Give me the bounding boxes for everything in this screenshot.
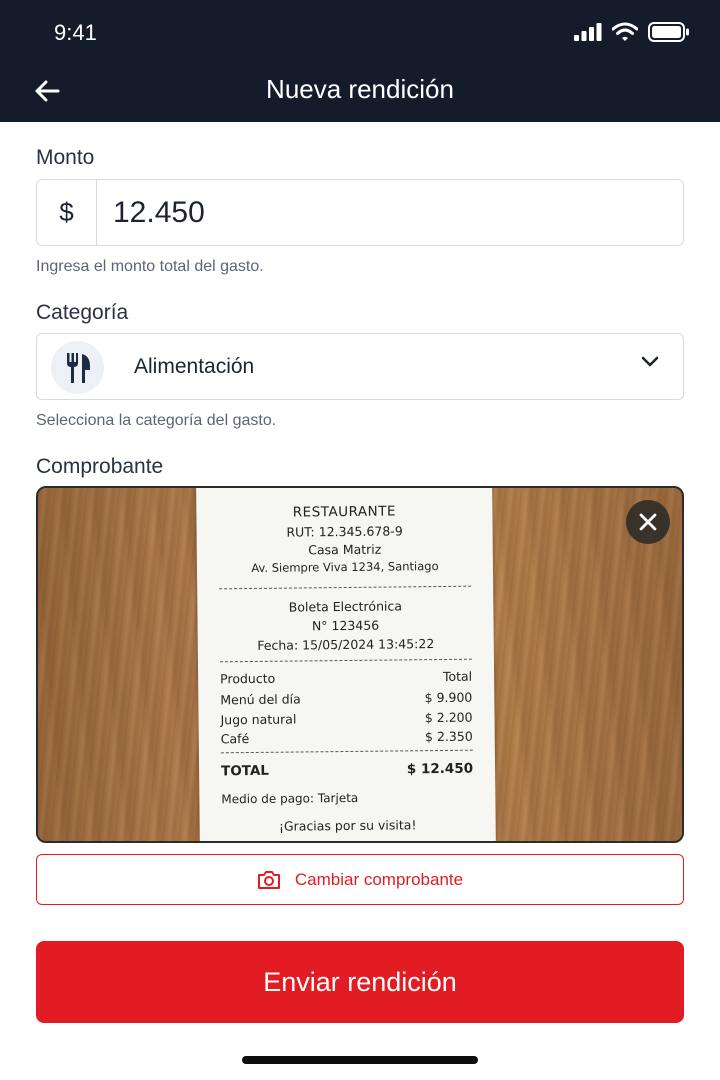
app-header: 9:41 Nueva rendición <box>0 0 720 122</box>
status-icons <box>574 22 690 42</box>
receipt-col-total: Total <box>442 668 473 684</box>
receipt-thanks: ¡Gracias por su visita! <box>278 817 417 834</box>
receipt-paper: RESTAURANTE RUT: 12.345.678-9 Casa Matri… <box>196 488 496 841</box>
category-icon-badge <box>51 341 104 394</box>
receipt-title: RESTAURANTE <box>292 503 397 521</box>
category-helper-text: Selecciona la categoría del gasto. <box>36 412 277 429</box>
change-receipt-label: Cambiar comprobante <box>294 869 464 889</box>
amount-field[interactable]: $ 12.450 <box>36 179 684 246</box>
receipt-item-price: $ 2.200 <box>424 709 473 726</box>
receipt-item-row: Café $ 2.350 <box>221 729 473 747</box>
receipt-header-row: Producto Total <box>220 669 472 687</box>
category-select[interactable]: Alimentación <box>36 333 684 400</box>
amount-helper-text: Ingresa el monto total del gasto. <box>36 258 264 275</box>
receipt-doc-type: Boleta Electrónica <box>288 598 403 615</box>
receipt-doc-number: N° 123456 <box>311 617 380 634</box>
receipt-divider <box>219 658 472 663</box>
battery-icon <box>648 22 689 42</box>
camera-icon <box>257 870 280 889</box>
receipt-divider <box>219 585 472 590</box>
close-icon <box>639 513 657 531</box>
receipt-address: Av. Siempre Viva 1234, Santiago <box>251 559 439 575</box>
receipt-total-value: $ 12.450 <box>406 760 474 778</box>
receipt-item-price: $ 2.350 <box>424 728 473 745</box>
status-time: 9:41 <box>54 20 97 45</box>
receipt-label: Comprobante <box>36 455 164 478</box>
signal-icon <box>574 23 602 41</box>
receipt-total-label: TOTAL <box>221 762 270 780</box>
receipt-item-name: Jugo natural <box>220 711 297 728</box>
receipt-item-name: Café <box>220 731 250 747</box>
amount-input[interactable]: 12.450 <box>97 180 683 245</box>
currency-symbol: $ <box>37 180 97 245</box>
receipt-branch: Casa Matriz <box>308 541 382 558</box>
receipt-item-row: Menú del día $ 9.900 <box>220 690 472 708</box>
receipt-date: Fecha: 15/05/2024 13:45:22 <box>257 636 435 653</box>
receipt-item-price: $ 9.900 <box>424 689 473 706</box>
receipt-item-row: Jugo natural $ 2.200 <box>220 710 472 728</box>
receipt-photo: RESTAURANTE RUT: 12.345.678-9 Casa Matri… <box>36 486 684 843</box>
amount-label: Monto <box>36 146 95 169</box>
chevron-down-icon <box>641 356 659 367</box>
remove-receipt-button[interactable] <box>626 500 670 544</box>
receipt-item-name: Menú del día <box>220 691 301 708</box>
wifi-icon <box>612 22 638 41</box>
category-value: Alimentación <box>134 355 255 378</box>
receipt-col-product: Producto <box>220 670 276 687</box>
home-indicator <box>242 1056 478 1064</box>
receipt-payment: Medio de pago: Tarjeta <box>221 790 359 807</box>
fork-knife-icon <box>66 352 90 383</box>
page-title: Nueva rendición <box>266 74 454 104</box>
change-receipt-button[interactable]: Cambiar comprobante <box>36 854 684 905</box>
submit-button[interactable]: Enviar rendición <box>36 941 684 1023</box>
category-label: Categoría <box>36 301 129 324</box>
receipt-total-row: TOTAL $ 12.450 <box>221 761 473 780</box>
receipt-divider <box>220 749 473 754</box>
receipt-rut: RUT: 12.345.678-9 <box>286 523 403 540</box>
